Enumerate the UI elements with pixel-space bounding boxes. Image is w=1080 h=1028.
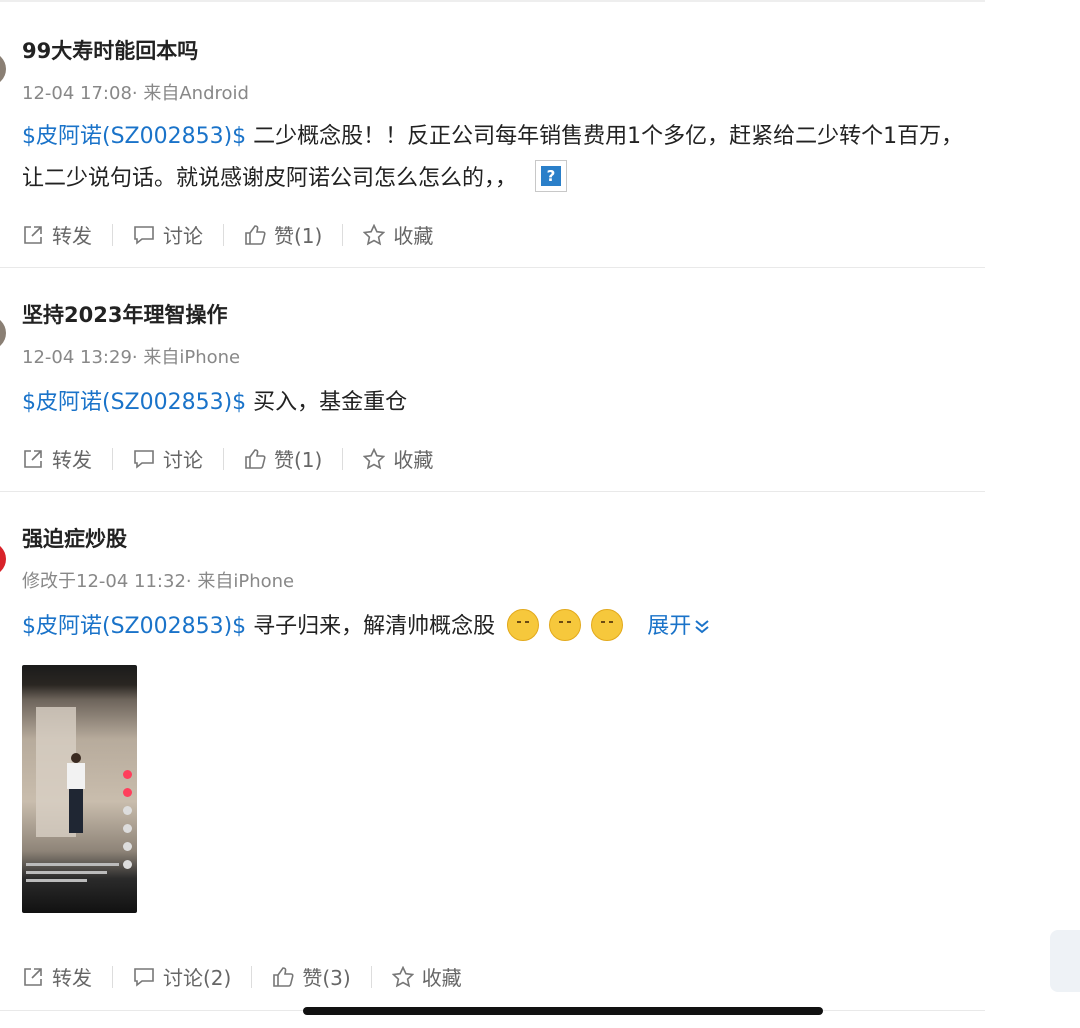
divider — [223, 447, 224, 470]
expand-label: 展开 — [647, 614, 692, 639]
post-item[interactable]: 强迫症炒股 修改于12-04 11:32· 来自iPhone $皮阿诺(SZ00… — [0, 492, 985, 1011]
repost-button[interactable]: 转发 — [22, 444, 92, 473]
discuss-label: 讨论 — [163, 448, 203, 472]
post-actions: 转发 讨论 赞(1) 收藏 — [22, 444, 433, 473]
divider — [342, 223, 344, 246]
comment-icon — [134, 967, 154, 987]
divider — [342, 447, 344, 470]
post-actions: 转发 讨论(2) 赞(3) 收藏 — [22, 962, 462, 991]
discuss-button[interactable]: 讨论(2) — [133, 962, 231, 991]
like-button[interactable]: 赞(1) — [244, 220, 322, 249]
divider — [112, 447, 113, 470]
discuss-label: 讨论 — [163, 224, 203, 248]
repost-label: 转发 — [52, 966, 92, 990]
divider — [223, 223, 224, 246]
like-button[interactable]: 赞(1) — [244, 444, 322, 473]
favorite-button[interactable]: 收藏 — [391, 962, 462, 991]
post-meta: 修改于12-04 11:32· 来自iPhone — [22, 571, 295, 592]
divider — [112, 965, 113, 988]
repost-label: 转发 — [52, 448, 92, 472]
thumbnail-video-sidebar — [121, 770, 133, 880]
divider — [251, 965, 253, 988]
favorite-label: 收藏 — [393, 224, 434, 248]
repost-icon — [24, 449, 42, 468]
divider — [370, 965, 372, 988]
thumbnail-caption — [26, 863, 119, 866]
avatar[interactable] — [0, 542, 6, 576]
thumbs-up-icon — [245, 224, 266, 245]
chevron-down-double-icon — [695, 620, 709, 634]
discuss-button[interactable]: 讨论 — [133, 444, 203, 473]
post-text: 买入，基金重仓 — [246, 390, 408, 415]
post-item[interactable]: 坚持2023年理智操作 12-04 13:29· 来自iPhone $皮阿诺(S… — [0, 268, 985, 492]
thumbnail-caption — [26, 871, 107, 874]
like-label: 赞(3) — [302, 966, 351, 990]
smile-emoji-icon — [549, 609, 582, 641]
avatar[interactable] — [0, 52, 6, 86]
stock-tag-link[interactable]: $皮阿诺(SZ002853)$ — [22, 614, 246, 639]
star-icon — [363, 223, 386, 245]
thumbs-up-icon — [273, 966, 294, 987]
favorite-button[interactable]: 收藏 — [363, 444, 433, 473]
repost-label: 转发 — [52, 224, 92, 248]
thumbnail-person — [65, 753, 87, 833]
discuss-button[interactable]: 讨论 — [133, 220, 203, 249]
avatar[interactable] — [0, 316, 6, 350]
post-item[interactable]: 99大寿时能回本吗 12-04 17:08· 来自Android $皮阿诺(SZ… — [0, 0, 985, 268]
thumbnail-caption — [26, 879, 87, 882]
image-placeholder-icon[interactable]: ? — [535, 160, 568, 192]
home-indicator[interactable] — [303, 1007, 823, 1015]
post-content: $皮阿诺(SZ002853)$ 寻子归来，解清帅概念股 展开 — [22, 606, 977, 648]
post-image-thumbnail[interactable] — [22, 665, 137, 913]
expand-link[interactable]: 展开 — [647, 614, 711, 639]
star-icon — [391, 965, 414, 987]
post-username[interactable]: 坚持2023年理智操作 — [22, 299, 227, 329]
comment-icon — [134, 449, 154, 469]
post-meta: 12-04 17:08· 来自Android — [22, 83, 249, 104]
repost-icon — [24, 967, 42, 986]
stock-tag-link[interactable]: $皮阿诺(SZ002853)$ — [22, 124, 246, 149]
post-text: 寻子归来，解清帅概念股 — [246, 614, 496, 639]
post-content: $皮阿诺(SZ002853)$ 买入，基金重仓 — [22, 382, 977, 424]
thumbs-up-icon — [245, 448, 266, 469]
post-content: $皮阿诺(SZ002853)$ 二少概念股！！反正公司每年销售费用1个多亿，赶紧… — [22, 116, 977, 200]
discuss-label: 讨论(2) — [163, 966, 232, 990]
divider — [112, 223, 113, 246]
stock-tag-link[interactable]: $皮阿诺(SZ002853)$ — [22, 390, 246, 415]
post-meta: 12-04 13:29· 来自iPhone — [22, 347, 241, 368]
favorite-label: 收藏 — [393, 448, 434, 472]
like-button[interactable]: 赞(3) — [272, 962, 351, 991]
smile-emoji-icon — [591, 609, 624, 641]
like-label: 赞(1) — [274, 448, 323, 472]
side-widget[interactable] — [1050, 930, 1080, 992]
repost-icon — [24, 225, 42, 244]
repost-button[interactable]: 转发 — [22, 962, 92, 991]
post-actions: 转发 讨论 赞(1) 收藏 — [22, 220, 433, 249]
like-label: 赞(1) — [274, 224, 323, 248]
star-icon — [363, 447, 386, 469]
favorite-button[interactable]: 收藏 — [363, 220, 433, 249]
repost-button[interactable]: 转发 — [22, 220, 92, 249]
comment-icon — [134, 225, 154, 245]
post-feed: 99大寿时能回本吗 12-04 17:08· 来自Android $皮阿诺(SZ… — [0, 0, 985, 1011]
post-username[interactable]: 强迫症炒股 — [22, 523, 127, 553]
favorite-label: 收藏 — [421, 966, 462, 990]
smile-emoji-icon — [507, 609, 540, 641]
post-username[interactable]: 99大寿时能回本吗 — [22, 35, 198, 65]
